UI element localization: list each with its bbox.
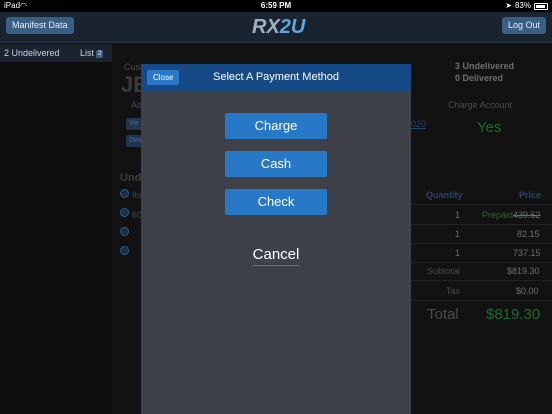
- link-fragment[interactable]: 020: [411, 119, 426, 129]
- charge-account-value: Yes: [477, 119, 502, 136]
- modal-title: Select A Payment Method: [213, 71, 339, 83]
- clock: 6:59 PM: [260, 1, 292, 10]
- item-radio[interactable]: [120, 189, 129, 198]
- undelivered-header: Und: [120, 172, 142, 184]
- cancel-button[interactable]: Cancel: [225, 244, 327, 266]
- row-price: 439.62: [513, 210, 541, 220]
- view-button[interactable]: Vie: [126, 118, 142, 130]
- sidebar: 2 Undelivered List 2: [0, 44, 112, 414]
- row-qty: 1: [455, 248, 461, 258]
- row-qty: 1: [455, 210, 461, 220]
- row-prepaid: Prepaid: [482, 210, 514, 220]
- charge-account-label: Charge Account: [448, 100, 513, 110]
- item-radio[interactable]: [120, 227, 129, 236]
- col-quantity: Quantity: [426, 190, 463, 200]
- divider: [410, 262, 552, 263]
- divider: [410, 204, 552, 205]
- top-nav: Manifest Data RX2U Log Out: [0, 12, 552, 43]
- total-value: $819.30: [486, 306, 541, 323]
- tax-value: $0.00: [516, 286, 539, 296]
- undelivered-count: 2 Undelivered: [4, 48, 60, 58]
- close-button[interactable]: Close: [147, 70, 180, 85]
- item-radio[interactable]: [120, 246, 129, 255]
- customer-label: Cust: [124, 62, 143, 72]
- status-right: ➤ 83%: [505, 0, 548, 12]
- manifest-data-button[interactable]: Manifest Data: [6, 17, 74, 34]
- location-arrow-icon: ➤: [505, 1, 512, 10]
- delivered-total: 0 Delivered: [455, 73, 504, 83]
- battery-percent: 83%: [514, 1, 531, 10]
- subtotal-label: Subtotal: [427, 266, 461, 276]
- row-price: 737.15: [513, 248, 541, 258]
- tax-label: Tax: [446, 286, 461, 296]
- rx2u-logo: RX2U: [252, 16, 306, 38]
- check-button[interactable]: Check: [225, 189, 327, 215]
- row-price: 82.15: [517, 229, 540, 239]
- row-qty: 1: [455, 229, 461, 239]
- status-bar: iPad ◠ 6:59 PM ➤ 83%: [0, 0, 552, 12]
- logout-button[interactable]: Log Out: [501, 17, 546, 34]
- list-badge: 2: [96, 49, 104, 58]
- payment-method-modal: Select A Payment Method Close Charge Cas…: [141, 64, 411, 414]
- divider: [410, 300, 552, 301]
- divider: [410, 280, 552, 281]
- divider: [410, 243, 552, 244]
- charge-button[interactable]: Charge: [225, 113, 327, 139]
- undelivered-total: 3 Undelivered: [455, 61, 515, 71]
- total-label: Total: [427, 306, 459, 323]
- battery-icon: [534, 2, 548, 10]
- cash-button[interactable]: Cash: [225, 151, 327, 177]
- sidebar-header: 2 Undelivered List 2: [0, 44, 112, 62]
- item-radio[interactable]: [120, 208, 129, 217]
- cancel-underline: [253, 265, 299, 266]
- modal-header: Select A Payment Method Close: [141, 64, 411, 91]
- subtotal-value: $819.30: [507, 266, 540, 276]
- col-price: Price: [519, 190, 542, 200]
- divider: [410, 224, 552, 225]
- list-toggle[interactable]: List 2: [80, 44, 104, 62]
